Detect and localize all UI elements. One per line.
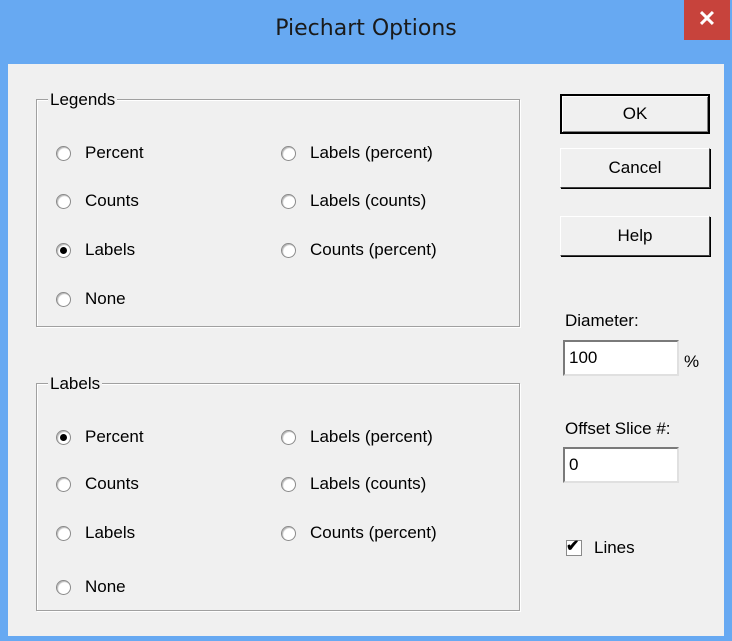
radio-button-icon (281, 476, 296, 492)
legends-radio-counts-percent[interactable]: Counts (percent) (281, 238, 437, 262)
legends-group-title: Legends (48, 90, 118, 110)
legends-radio-none[interactable]: None (56, 287, 126, 311)
labels-radio-counts[interactable]: Counts (56, 472, 139, 496)
labels-radio-percent[interactable]: Percent (56, 425, 144, 449)
radio-button-icon (56, 145, 71, 161)
radio-button-checked-icon (56, 242, 71, 258)
labels-radio-labels-percent[interactable]: Labels (percent) (281, 425, 433, 449)
radio-button-icon (56, 291, 71, 307)
cancel-button[interactable]: Cancel (560, 148, 710, 188)
radio-label: Labels (percent) (310, 143, 433, 162)
window-frame-bottom (0, 636, 732, 641)
window-title: Piechart Options (275, 16, 457, 41)
close-icon: ✕ (697, 6, 717, 31)
legends-radio-labels[interactable]: Labels (56, 238, 135, 262)
diameter-unit: % (684, 352, 700, 371)
offset-slice-input[interactable] (563, 447, 679, 483)
checkbox-icon: ✔ (566, 538, 582, 556)
radio-label: Counts (85, 474, 139, 493)
radio-button-icon (281, 193, 296, 209)
radio-button-icon (56, 525, 71, 541)
labels-group-title: Labels (48, 374, 103, 394)
radio-label: Counts (percent) (310, 523, 437, 542)
lines-label: Lines (594, 538, 635, 557)
radio-label: Labels (counts) (310, 474, 427, 493)
radio-button-icon (56, 476, 71, 492)
radio-button-icon (56, 579, 71, 595)
window-frame-right (724, 64, 732, 641)
radio-label: Labels (percent) (310, 427, 433, 446)
labels-radio-counts-percent[interactable]: Counts (percent) (281, 521, 437, 545)
close-button[interactable]: ✕ (684, 0, 730, 40)
legends-radio-labels-percent[interactable]: Labels (percent) (281, 141, 433, 165)
diameter-label: Diameter: (565, 311, 639, 330)
radio-button-icon (281, 525, 296, 541)
radio-label: Percent (85, 143, 144, 162)
radio-label: Labels (85, 523, 136, 542)
legends-radio-percent[interactable]: Percent (56, 141, 144, 165)
radio-button-icon (56, 193, 71, 209)
radio-label: Labels (counts) (310, 191, 427, 210)
radio-label: Counts (percent) (310, 240, 437, 259)
legends-radio-labels-counts[interactable]: Labels (counts) (281, 189, 426, 213)
radio-label: None (85, 577, 126, 596)
diameter-input[interactable] (563, 340, 679, 376)
radio-button-checked-icon (56, 429, 71, 445)
legends-radio-counts[interactable]: Counts (56, 189, 139, 213)
radio-button-icon (281, 242, 296, 258)
lines-checkbox[interactable]: ✔ Lines (566, 538, 635, 558)
radio-label: None (85, 289, 126, 308)
radio-button-icon (281, 429, 296, 445)
checkmark-icon: ✔ (566, 538, 580, 555)
offset-slice-label: Offset Slice #: (565, 419, 671, 438)
radio-label: Counts (85, 191, 139, 210)
ok-button[interactable]: OK (560, 94, 710, 134)
labels-radio-none[interactable]: None (56, 575, 126, 599)
radio-button-icon (281, 145, 296, 161)
help-button[interactable]: Help (560, 216, 710, 256)
radio-label: Labels (85, 240, 136, 259)
labels-radio-labels[interactable]: Labels (56, 521, 135, 545)
labels-radio-labels-counts[interactable]: Labels (counts) (281, 472, 426, 496)
radio-label: Percent (85, 427, 144, 446)
window-frame-left (0, 64, 8, 641)
title-bar: Piechart Options ✕ (0, 0, 732, 64)
